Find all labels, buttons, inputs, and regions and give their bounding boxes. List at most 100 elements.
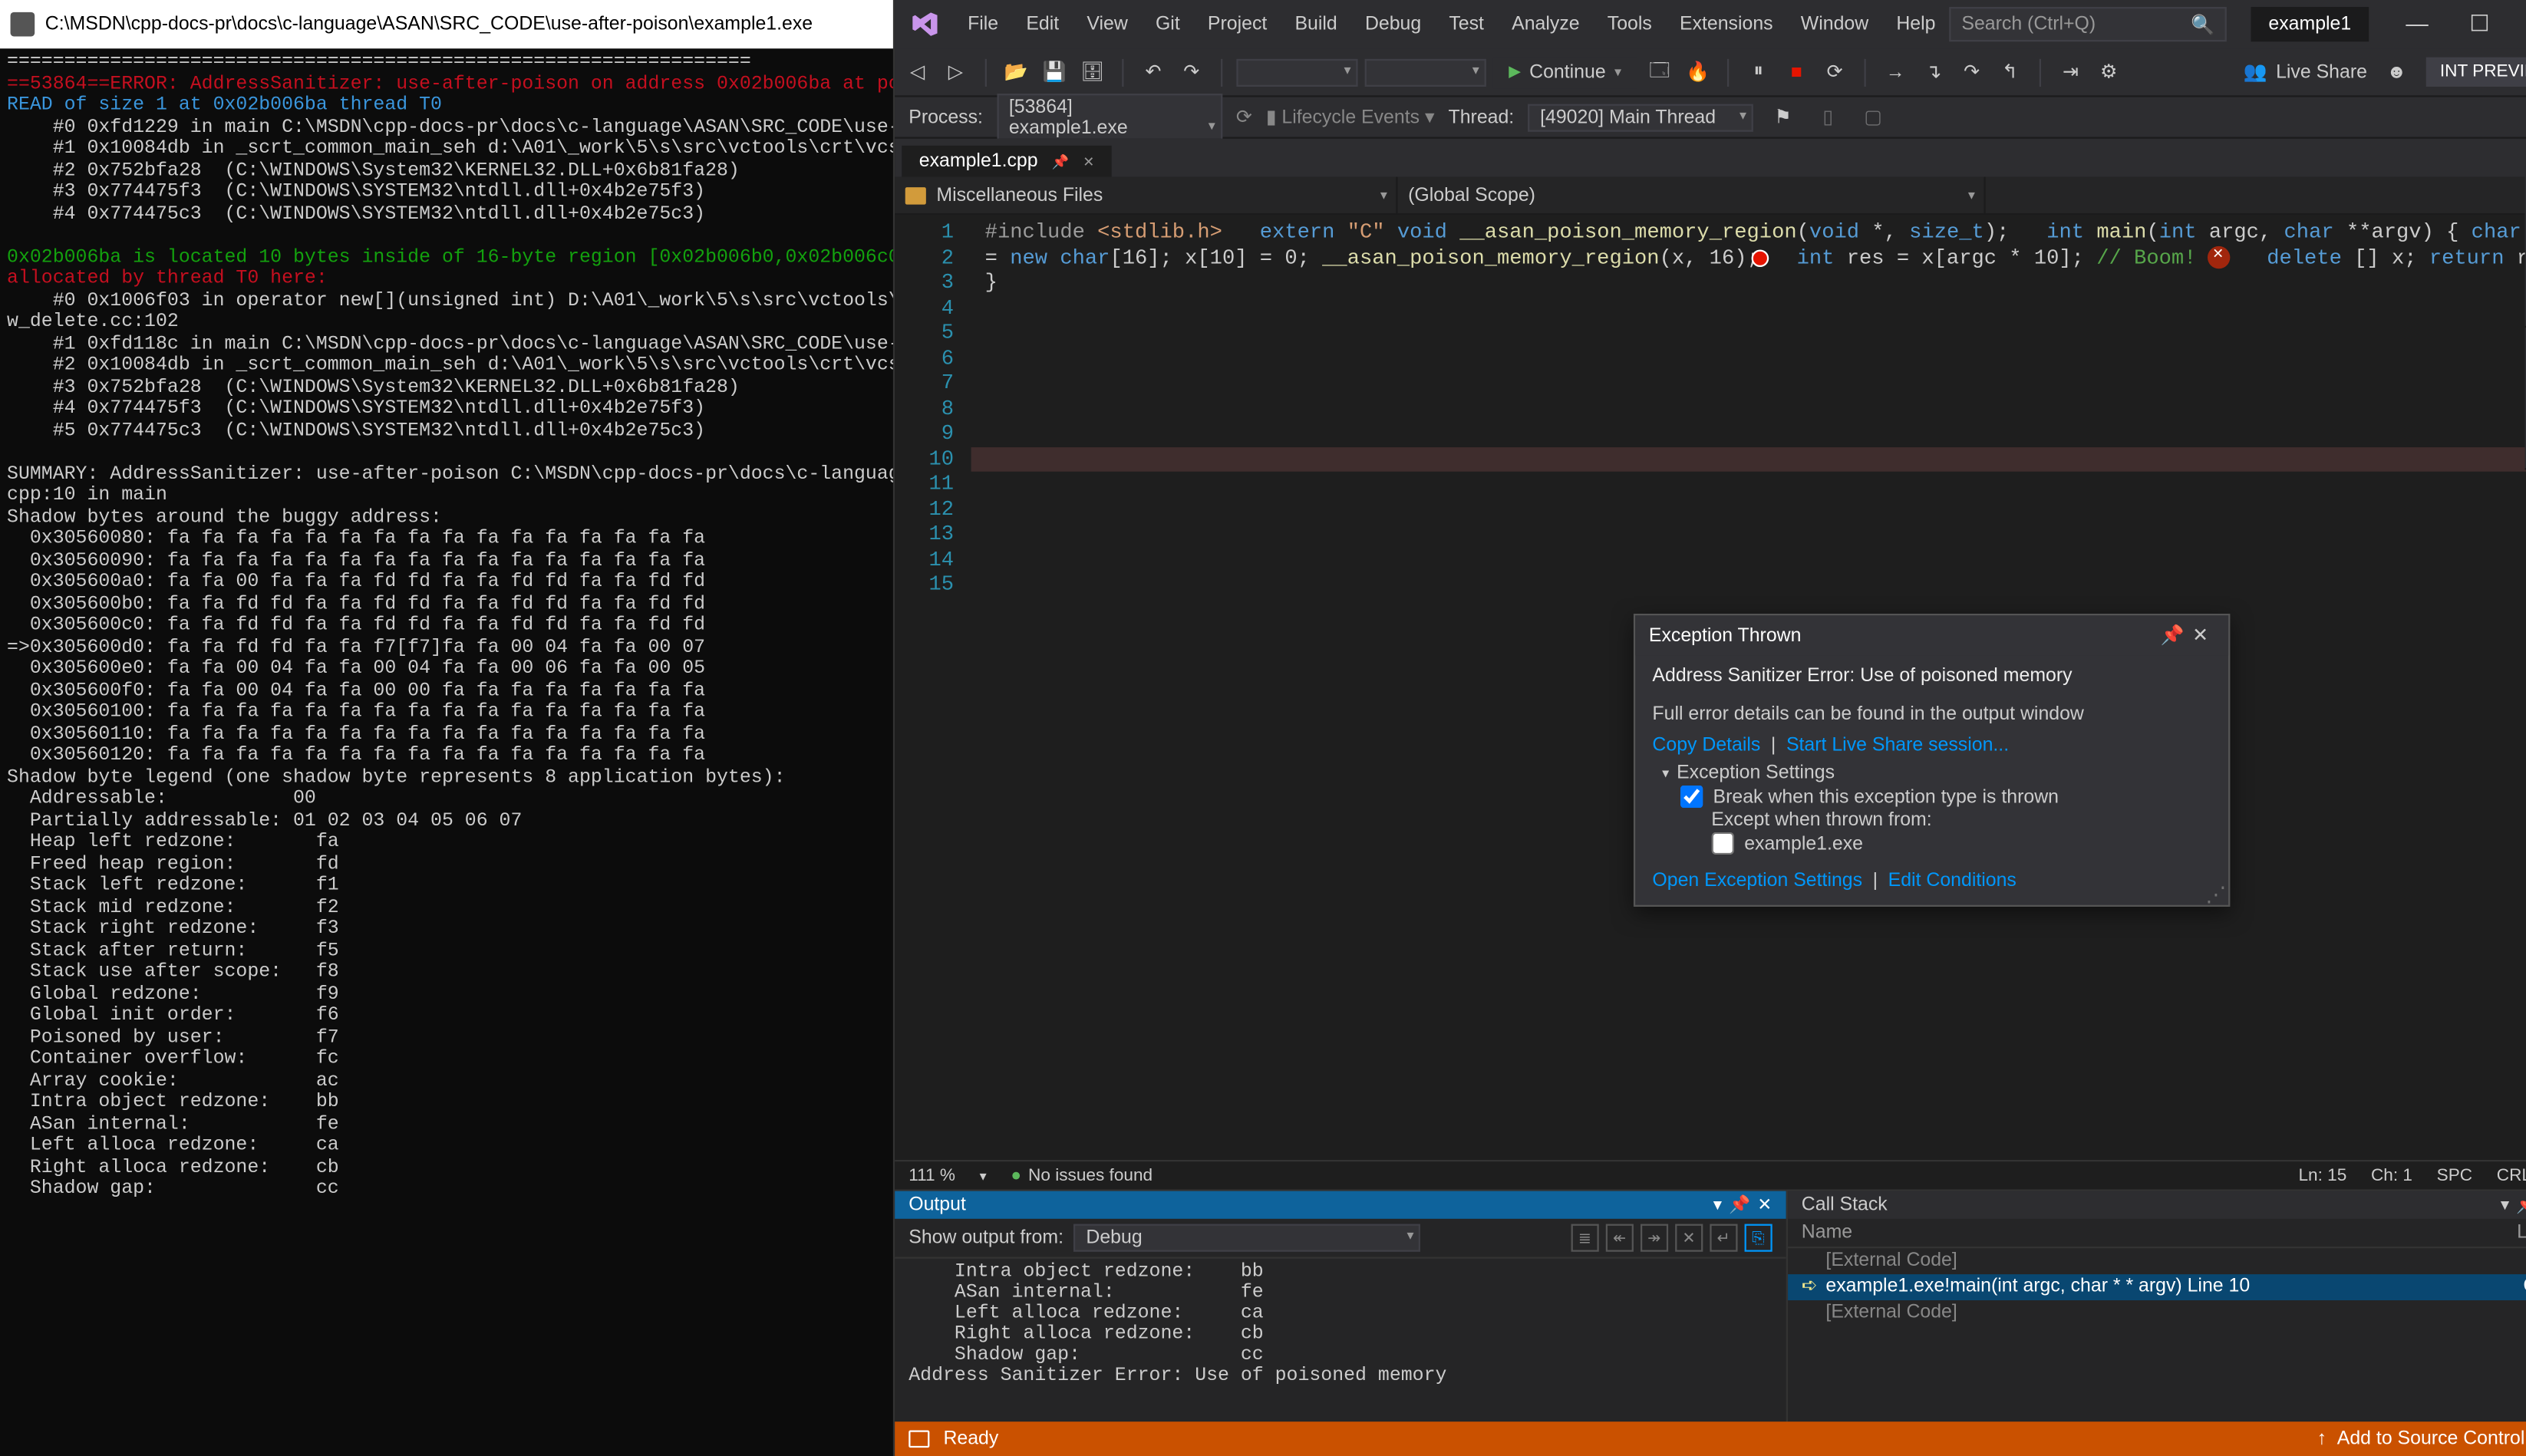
open-exception-settings-link[interactable]: Open Exception Settings bbox=[1652, 871, 1862, 891]
stack-frame-icon: ▯ bbox=[1812, 101, 1844, 133]
menu-analyze[interactable]: Analyze bbox=[1498, 7, 1594, 41]
undo-icon[interactable]: ↶ bbox=[1138, 56, 1169, 87]
up-arrow-icon[interactable]: ↑ bbox=[2317, 1428, 2326, 1449]
toggle-icon[interactable]: ⎘ bbox=[1744, 1224, 1772, 1252]
pin-icon[interactable]: 📌 bbox=[2516, 1195, 2526, 1214]
run-to-icon[interactable]: ⇥ bbox=[2055, 56, 2086, 87]
menu-tools[interactable]: Tools bbox=[1594, 7, 1666, 41]
menu-window[interactable]: Window bbox=[1787, 7, 1883, 41]
window-controls: — ☐ ✕ bbox=[2386, 4, 2526, 45]
module-checkbox[interactable]: example1.exe bbox=[1711, 831, 2211, 857]
start-liveshare-link[interactable]: Start Live Share session... bbox=[1786, 735, 2009, 756]
output-panel-title[interactable]: Output ▾📌✕ bbox=[895, 1191, 1786, 1219]
continue-button[interactable]: ▶ Continue ▾ bbox=[1493, 56, 1637, 87]
menu-debug[interactable]: Debug bbox=[1351, 7, 1435, 41]
debug-target-icon[interactable]: 🗔 bbox=[1644, 56, 1675, 87]
callstack-rows: [External Code]➪example1.exe!main(int ar… bbox=[1788, 1248, 2526, 1326]
next-icon[interactable]: ↠ bbox=[1641, 1224, 1668, 1252]
tool-icon[interactable]: ⚙ bbox=[2093, 56, 2125, 87]
redo-icon[interactable]: ↷ bbox=[1176, 56, 1207, 87]
stop-icon[interactable]: ■ bbox=[1781, 56, 1812, 87]
pin-icon[interactable]: 📌 bbox=[2158, 624, 2186, 647]
console-window: C:\MSDN\cpp-docs-pr\docs\c-language\ASAN… bbox=[0, 0, 895, 1456]
menu-extensions[interactable]: Extensions bbox=[1666, 7, 1787, 41]
console-title: C:\MSDN\cpp-docs-pr\docs\c-language\ASAN… bbox=[45, 14, 813, 35]
nav-bar: Miscellaneous Files (Global Scope) bbox=[895, 177, 2526, 216]
menu-help[interactable]: Help bbox=[1882, 7, 1949, 41]
pause-icon[interactable]: ⏸ bbox=[1743, 56, 1774, 87]
menu-edit[interactable]: Edit bbox=[1012, 7, 1073, 41]
edit-conditions-link[interactable]: Edit Conditions bbox=[1888, 871, 2017, 891]
platform-dropdown[interactable] bbox=[1365, 58, 1486, 86]
nav-scope[interactable]: (Global Scope) bbox=[1398, 177, 1986, 213]
file-tab-active[interactable]: example1.cpp 📌 ✕ bbox=[902, 146, 1112, 177]
callstack-title[interactable]: Call Stack ▾📌✕ bbox=[1788, 1191, 2526, 1219]
search-box[interactable]: Search (Ctrl+Q) 🔍 bbox=[1950, 7, 2228, 41]
feedback-icon[interactable]: ☻ bbox=[2381, 56, 2412, 87]
process-dropdown[interactable]: [53864] example1.exe bbox=[997, 93, 1222, 141]
clear-icon[interactable]: ✕ bbox=[1675, 1224, 1703, 1252]
pin-icon[interactable]: 📌 bbox=[1729, 1195, 1750, 1214]
prev-icon[interactable]: ↞ bbox=[1605, 1224, 1633, 1252]
close-tab-icon[interactable]: ✕ bbox=[1083, 153, 1094, 169]
line-gutter[interactable]: 123456789101112131415 bbox=[895, 215, 971, 1160]
lifecycle-events-button[interactable]: ▮ Lifecycle Events ▾ bbox=[1266, 106, 1435, 128]
callstack-row[interactable]: [External Code] bbox=[1788, 1300, 2526, 1326]
nav-back-icon[interactable]: ◁ bbox=[902, 56, 933, 87]
exception-detail: Full error details can be found in the o… bbox=[1652, 704, 2211, 725]
output-text[interactable]: Intra object redzone: bb ASan internal: … bbox=[895, 1259, 1786, 1421]
menu-test[interactable]: Test bbox=[1435, 7, 1498, 41]
callstack-row[interactable]: ➪example1.exe!main(int argc, char * * ar… bbox=[1788, 1274, 2526, 1300]
misc-icon: ▢ bbox=[1858, 101, 1889, 133]
minimize-button[interactable]: — bbox=[2386, 4, 2448, 45]
nav-fwd-icon[interactable]: ▷ bbox=[940, 56, 971, 87]
pin-icon[interactable]: 📌 bbox=[1052, 153, 1070, 169]
step-over-icon[interactable]: ↷ bbox=[1956, 56, 1987, 87]
thread-dropdown[interactable]: [49020] Main Thread bbox=[1528, 103, 1753, 130]
output-source-dropdown[interactable]: Debug bbox=[1074, 1224, 1421, 1252]
close-icon[interactable]: ✕ bbox=[2187, 624, 2214, 647]
close-button[interactable]: ✕ bbox=[2511, 4, 2526, 45]
panel-dropdown-icon[interactable]: ▾ bbox=[1713, 1195, 1722, 1214]
open-file-icon[interactable]: 📂 bbox=[1001, 56, 1032, 87]
flag-icon[interactable]: ⚑ bbox=[1767, 101, 1799, 133]
issues-indicator[interactable]: No issues found bbox=[1011, 1166, 1153, 1185]
break-checkbox[interactable]: Break when this exception type is thrown bbox=[1680, 784, 2211, 810]
exception-settings-toggle[interactable]: Exception Settings bbox=[1663, 763, 2211, 783]
show-next-icon[interactable]: → bbox=[1880, 56, 1911, 87]
panel-dropdown-icon[interactable]: ▾ bbox=[2501, 1195, 2509, 1214]
close-icon[interactable]: ✕ bbox=[1757, 1195, 1772, 1214]
add-source-control[interactable]: Add to Source Control bbox=[2337, 1428, 2525, 1449]
restart-icon[interactable]: ⟳ bbox=[1819, 56, 1851, 87]
step-into-icon[interactable]: ↴ bbox=[1918, 56, 1950, 87]
hot-reload-icon[interactable]: 🔥 bbox=[1682, 56, 1713, 87]
except-from-label: Except when thrown from: bbox=[1711, 809, 2211, 830]
live-share-button[interactable]: 👥 Live Share bbox=[2244, 61, 2367, 83]
save-all-icon[interactable]: 🗄 bbox=[1077, 56, 1108, 87]
goto-msg-icon[interactable]: ≣ bbox=[1571, 1224, 1598, 1252]
console-titlebar[interactable]: C:\MSDN\cpp-docs-pr\docs\c-language\ASAN… bbox=[0, 0, 893, 48]
menu-git[interactable]: Git bbox=[1142, 7, 1194, 41]
callstack-row[interactable]: [External Code] bbox=[1788, 1248, 2526, 1274]
nav-project[interactable]: Miscellaneous Files bbox=[895, 177, 1397, 213]
nav-member[interactable] bbox=[1986, 177, 2526, 213]
menu-view[interactable]: View bbox=[1073, 7, 1142, 41]
menu-file[interactable]: File bbox=[954, 7, 1012, 41]
exception-popup: Exception Thrown 📌 ✕ Address Sanitizer E… bbox=[1634, 614, 2230, 907]
resize-grip[interactable] bbox=[2205, 882, 2223, 900]
eol-indicator: CRLF bbox=[2497, 1166, 2526, 1185]
titlebar[interactable]: FileEditViewGitProjectBuildDebugTestAnal… bbox=[895, 0, 2526, 48]
visual-studio-window: FileEditViewGitProjectBuildDebugTestAnal… bbox=[895, 0, 2526, 1456]
output-panel: Output ▾📌✕ Show output from: Debug ≣ ↞ ↠… bbox=[895, 1189, 1786, 1421]
config-dropdown[interactable] bbox=[1236, 58, 1357, 86]
step-out-icon[interactable]: ↰ bbox=[1994, 56, 2026, 87]
debug-process-bar: Process: [53864] example1.exe ⟳ ▮ Lifecy… bbox=[895, 97, 2526, 139]
wordwrap-icon[interactable]: ↵ bbox=[1710, 1224, 1737, 1252]
zoom-level[interactable]: 111 % bbox=[909, 1166, 955, 1185]
copy-details-link[interactable]: Copy Details bbox=[1652, 735, 1760, 756]
play-icon: ▶ bbox=[1509, 62, 1521, 81]
maximize-button[interactable]: ☐ bbox=[2449, 4, 2511, 45]
save-icon[interactable]: 💾 bbox=[1039, 56, 1070, 87]
menu-build[interactable]: Build bbox=[1281, 7, 1350, 41]
menu-project[interactable]: Project bbox=[1194, 7, 1281, 41]
